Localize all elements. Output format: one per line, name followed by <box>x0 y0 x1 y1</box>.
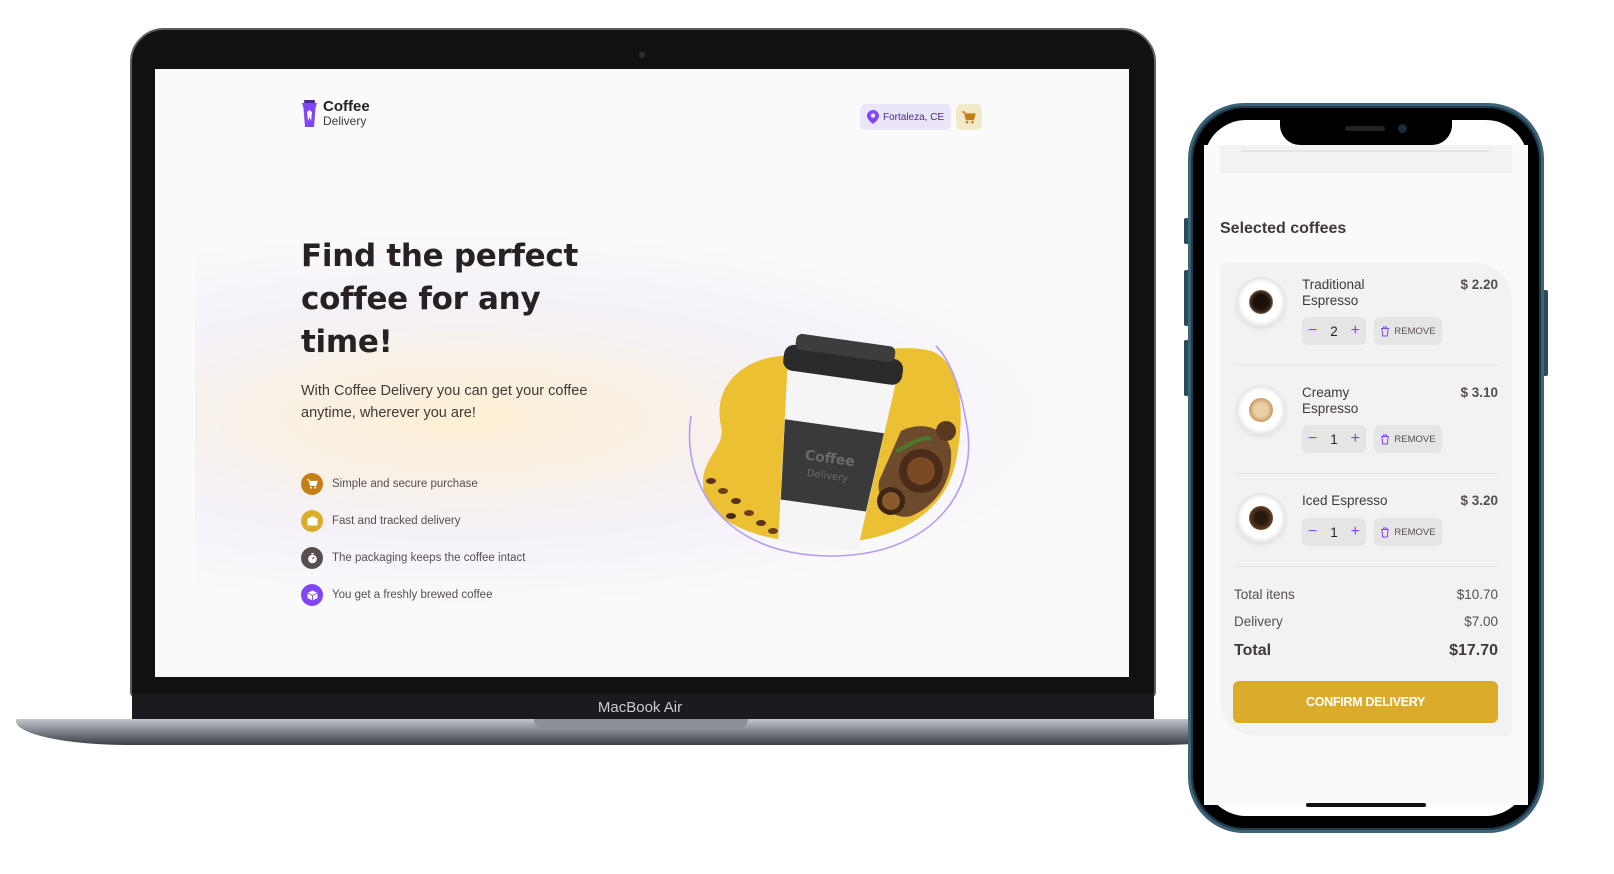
laptop-brand-label: MacBook Air <box>597 699 683 716</box>
item-divider <box>1236 473 1498 474</box>
location-button[interactable]: Fortaleza, CE <box>860 104 952 130</box>
item-divider <box>1236 365 1498 366</box>
logo-text-coffee: Coffee <box>323 98 370 115</box>
plus-icon[interactable]: + <box>1351 524 1360 540</box>
plus-icon[interactable]: + <box>1351 323 1360 339</box>
items-total-row: Total itens $10.70 <box>1234 587 1498 602</box>
feature-list: Simple and secure purchase Fast and trac… <box>301 473 526 621</box>
feature-label: The packaging keeps the coffee intact <box>332 552 526 564</box>
laptop-screen: Coffee Delivery Fortaleza, CE Find the p… <box>155 69 1129 677</box>
delivery-value: $7.00 <box>1464 614 1498 629</box>
feature-item: Simple and secure purchase <box>301 473 526 495</box>
coffee-icon <box>301 584 323 606</box>
grand-total-row: Total $17.70 <box>1234 642 1498 660</box>
quantity-value: 1 <box>1330 524 1338 540</box>
quantity-stepper[interactable]: − 2 + <box>1302 317 1366 345</box>
item-price: $ 3.10 <box>1460 385 1498 400</box>
plus-icon[interactable]: + <box>1351 431 1360 447</box>
laptop-hinge-notch <box>534 719 748 729</box>
remove-button[interactable]: REMOVE <box>1374 518 1442 546</box>
battery-icon <box>1492 132 1512 141</box>
package-icon <box>301 510 323 532</box>
remove-label: REMOVE <box>1394 325 1436 337</box>
feature-label: Fast and tracked delivery <box>332 515 461 527</box>
phone-speaker <box>1345 126 1385 131</box>
timer-icon <box>301 547 323 569</box>
hero-subtitle: With Coffee Delivery you can get your co… <box>301 383 588 421</box>
hero-coffee-illustration: Coffee Delivery <box>688 333 970 557</box>
minus-icon[interactable]: − <box>1308 323 1317 339</box>
item-name: Creamy Espresso <box>1302 385 1359 416</box>
map-pin-icon <box>867 110 879 124</box>
laptop-camera <box>639 52 645 58</box>
remove-button[interactable]: REMOVE <box>1374 317 1442 345</box>
feature-label: Simple and secure purchase <box>332 478 478 490</box>
selected-coffees-title: Selected coffees <box>1220 220 1347 237</box>
item-divider <box>1236 566 1498 567</box>
items-total-value: $10.70 <box>1456 587 1498 602</box>
trash-icon <box>1381 326 1390 336</box>
delivery-label: Delivery <box>1234 614 1283 629</box>
location-label: Fortaleza, CE <box>883 111 945 123</box>
home-indicator[interactable] <box>1306 803 1426 807</box>
item-name: Traditional Espresso <box>1302 277 1365 308</box>
logo-text-delivery: Delivery <box>323 114 367 128</box>
quantity-stepper[interactable]: − 1 + <box>1302 425 1366 453</box>
signal-icon <box>1459 132 1470 141</box>
remove-label: REMOVE <box>1394 433 1436 445</box>
item-name: Iced Espresso <box>1302 493 1388 508</box>
remove-button[interactable]: REMOVE <box>1374 425 1442 453</box>
feature-item: Fast and tracked delivery <box>301 510 526 532</box>
minus-icon[interactable]: − <box>1308 431 1317 447</box>
site-logo[interactable]: Coffee Delivery <box>301 99 370 129</box>
coffee-image <box>1236 385 1286 435</box>
item-price: $ 3.20 <box>1460 493 1498 508</box>
showcase-stage: Coffee Delivery Fortaleza, CE Find the p… <box>0 0 1614 874</box>
previous-section-divider <box>1241 150 1489 152</box>
status-indicators: 5G <box>1459 131 1512 142</box>
coffee-image <box>1236 277 1286 327</box>
hero-title: Find the perfect coffee for any time! <box>301 238 578 360</box>
coffee-image <box>1236 493 1286 543</box>
grand-total-value: $17.70 <box>1449 642 1498 659</box>
cart-icon <box>301 473 323 495</box>
quantity-value: 2 <box>1330 323 1338 339</box>
trash-icon <box>1381 527 1390 537</box>
item-price: $ 2.20 <box>1460 277 1498 292</box>
network-label: 5G <box>1475 131 1489 142</box>
cart-item: Iced Espresso $ 3.20 − 1 + REMOVE <box>1236 493 1498 553</box>
feature-item: The packaging keeps the coffee intact <box>301 547 526 569</box>
minus-icon[interactable]: − <box>1308 524 1317 540</box>
feature-item: You get a freshly brewed coffee <box>301 584 526 606</box>
feature-label: You get a freshly brewed coffee <box>332 589 493 601</box>
coffee-cup-logo-icon <box>302 100 317 127</box>
confirm-delivery-button[interactable]: CONFIRM DELIVERY <box>1233 681 1498 723</box>
quantity-value: 1 <box>1330 431 1338 447</box>
cart-icon <box>962 110 976 123</box>
cart-item: Creamy Espresso $ 3.10 − 1 + REMOVE <box>1236 385 1498 455</box>
remove-label: REMOVE <box>1394 526 1436 538</box>
cart-item: Traditional Espresso $ 2.20 − 2 + REMOVE <box>1236 277 1498 347</box>
trash-icon <box>1381 434 1390 444</box>
grand-total-label: Total <box>1234 642 1272 659</box>
cart-button[interactable] <box>956 104 982 130</box>
delivery-row: Delivery $7.00 <box>1234 614 1498 629</box>
status-time: 3:44 PM <box>1229 132 1267 143</box>
items-total-label: Total itens <box>1234 587 1295 602</box>
quantity-stepper[interactable]: − 1 + <box>1302 518 1366 546</box>
phone-front-camera <box>1398 124 1407 133</box>
